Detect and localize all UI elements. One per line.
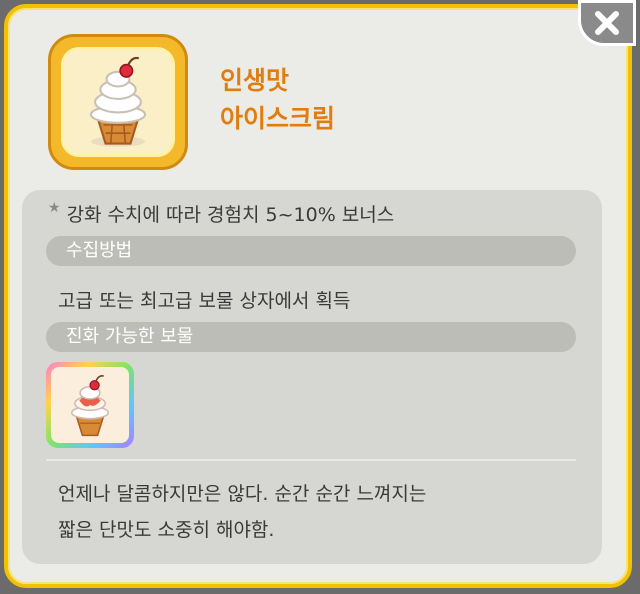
bonus-line: ★ 강화 수치에 따라 경험치 5~10% 보너스 (48, 200, 394, 227)
evolve-treasure-header: 진화 가능한 보물 (46, 322, 576, 352)
evolved-ice-cream-icon (51, 367, 129, 443)
evolved-treasure-thumbnail[interactable] (46, 362, 134, 448)
soft-serve-ice-cream-icon (61, 47, 175, 157)
bonus-text: 강화 수치에 따라 경험치 5~10% 보너스 (66, 204, 395, 226)
item-title: 인생맛 아이스크림 (220, 62, 335, 138)
star-icon: ★ (48, 200, 61, 216)
collect-method-header: 수집방법 (46, 236, 576, 266)
item-title-line1: 인생맛 (220, 66, 290, 95)
item-description: 언제나 달콤하지만은 않다. 순간 순간 느껴지는 짧은 단맛도 소중히 해야함… (58, 476, 578, 548)
treasure-icon-frame (48, 34, 188, 170)
section-divider (46, 459, 576, 461)
item-title-line2: 아이스크림 (220, 104, 336, 133)
close-icon (595, 11, 619, 35)
close-button[interactable] (578, 0, 636, 46)
collect-method-text: 고급 또는 최고급 보물 상자에서 획득 (58, 290, 351, 312)
description-line1: 언제나 달콤하지만은 않다. 순간 순간 느껴지는 (58, 483, 427, 505)
description-line2: 짧은 단맛도 소중히 해야함. (58, 519, 275, 541)
